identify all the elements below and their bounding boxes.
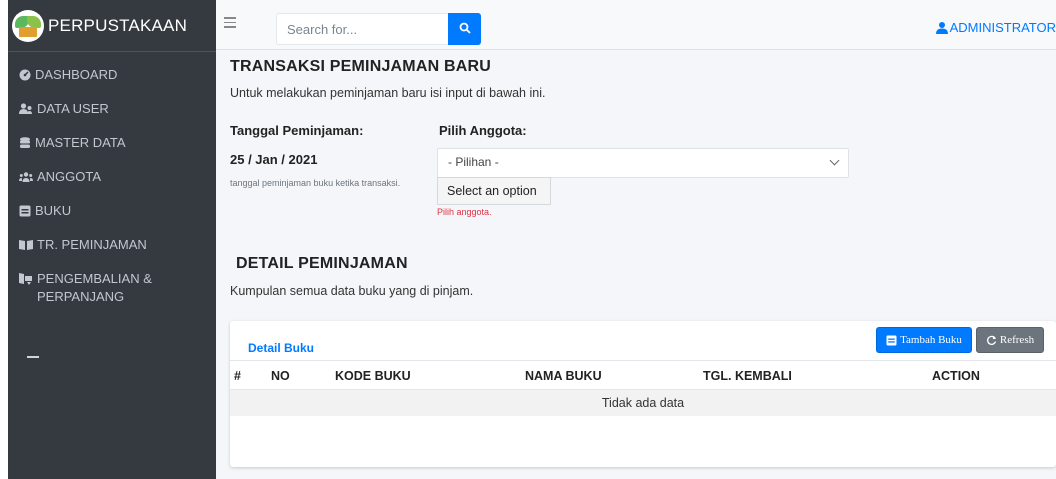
search-icon <box>459 22 471 34</box>
column-header: ACTION <box>932 369 980 383</box>
user-name: ADMINISTRATOR <box>949 20 1056 35</box>
anggota-label: Pilih Anggota: <box>439 123 527 138</box>
sidebar-item-label: BUKU <box>35 203 72 218</box>
search-input[interactable] <box>276 13 448 45</box>
main-content: TRANSAKSI PEMINJAMAN BARU Untuk melakuka… <box>216 50 1056 479</box>
library-logo-icon <box>12 9 44 42</box>
card-title: Detail Buku <box>248 341 315 355</box>
page-subtitle: Untuk melakukan peminjaman baru isi inpu… <box>230 86 546 100</box>
column-header: NAMA BUKU <box>525 369 602 383</box>
empty-row: Tidak ada data <box>230 390 1056 416</box>
sidebar-item-label: TR. PEMINJAMAN <box>37 237 147 252</box>
tambah-buku-button[interactable]: Tambah Buku <box>876 327 972 353</box>
sidebar-item-label: ANGGOTA <box>37 169 102 184</box>
sidebar-item-dashboard[interactable]: DASHBOARD <box>8 66 117 84</box>
anggota-error: Pilih anggota. <box>437 207 492 217</box>
sidebar-item-label: PENGEMBALIAN & PERPANJANG <box>37 271 152 304</box>
column-header: TGL. KEMBALI <box>703 369 792 383</box>
sidebar-item-buku[interactable]: BUKU <box>8 202 71 220</box>
refresh-icon <box>986 335 997 345</box>
sidebar-item-anggota[interactable]: ANGGOTA <box>8 168 101 186</box>
hamburger-menu-icon[interactable] <box>224 17 236 28</box>
refresh-button[interactable]: Refresh <box>976 327 1044 353</box>
sidebar-item-master-data[interactable]: MASTER DATA <box>8 134 126 152</box>
sidebar-item-label: DASHBOARD <box>35 67 118 82</box>
brand-text: PERPUSTAKAAN <box>48 15 188 35</box>
book-open-icon <box>19 240 33 250</box>
search-button[interactable] <box>448 13 481 45</box>
tanggal-value: 25 / Jan / 2021 <box>230 152 318 167</box>
sidebar: PERPUSTAKAAN DASHBOARD DATA USER MASTER … <box>8 0 216 479</box>
users-icon <box>19 103 32 114</box>
tanggal-label: Tanggal Peminjaman: <box>230 123 364 138</box>
sidebar-item-tr-peminjaman[interactable]: TR. PEMINJAMAN <box>8 236 147 254</box>
detail-title: DETAIL PEMINJAMAN <box>236 255 408 272</box>
sidebar-item-label: MASTER DATA <box>35 135 126 150</box>
user-icon <box>935 21 948 34</box>
dashboard-icon <box>19 69 31 81</box>
book-icon <box>19 205 31 217</box>
sidebar-item-label: DATA USER <box>37 101 109 116</box>
column-header: KODE BUKU <box>335 369 411 383</box>
anggota-select[interactable]: - Pilihan - <box>437 148 849 178</box>
book-icon <box>886 335 897 345</box>
user-menu[interactable]: ADMINISTRATOR <box>935 20 1056 35</box>
topbar: ADMINISTRATOR <box>216 0 1056 50</box>
sidebar-item-data-user[interactable]: DATA USER <box>8 100 109 118</box>
users-group-icon <box>19 172 33 182</box>
sidebar-toggle[interactable] <box>27 356 39 358</box>
column-header: NO <box>271 369 290 383</box>
return-icon <box>19 273 32 285</box>
chevron-down-icon <box>829 155 840 166</box>
page-title: TRANSAKSI PEMINJAMAN BARU <box>230 58 492 75</box>
column-header: # <box>234 369 241 383</box>
anggota-selected: - Pilihan - <box>448 155 499 169</box>
tanggal-help: tanggal peminjaman buku ketika transaksi… <box>230 178 401 188</box>
anggota-option[interactable]: Select an option <box>437 177 551 205</box>
sidebar-item-pengembalian[interactable]: PENGEMBALIAN & PERPANJANG <box>8 270 152 306</box>
detail-subtitle: Kumpulan semua data buku yang di pinjam. <box>230 284 474 298</box>
detail-buku-card: Detail Buku Tambah Buku Refresh # NO KOD… <box>230 321 1056 467</box>
table-header: # NO KODE BUKU NAMA BUKU TGL. KEMBALI AC… <box>230 360 1056 390</box>
database-icon <box>20 137 30 148</box>
brand-link[interactable]: PERPUSTAKAAN <box>8 0 216 52</box>
